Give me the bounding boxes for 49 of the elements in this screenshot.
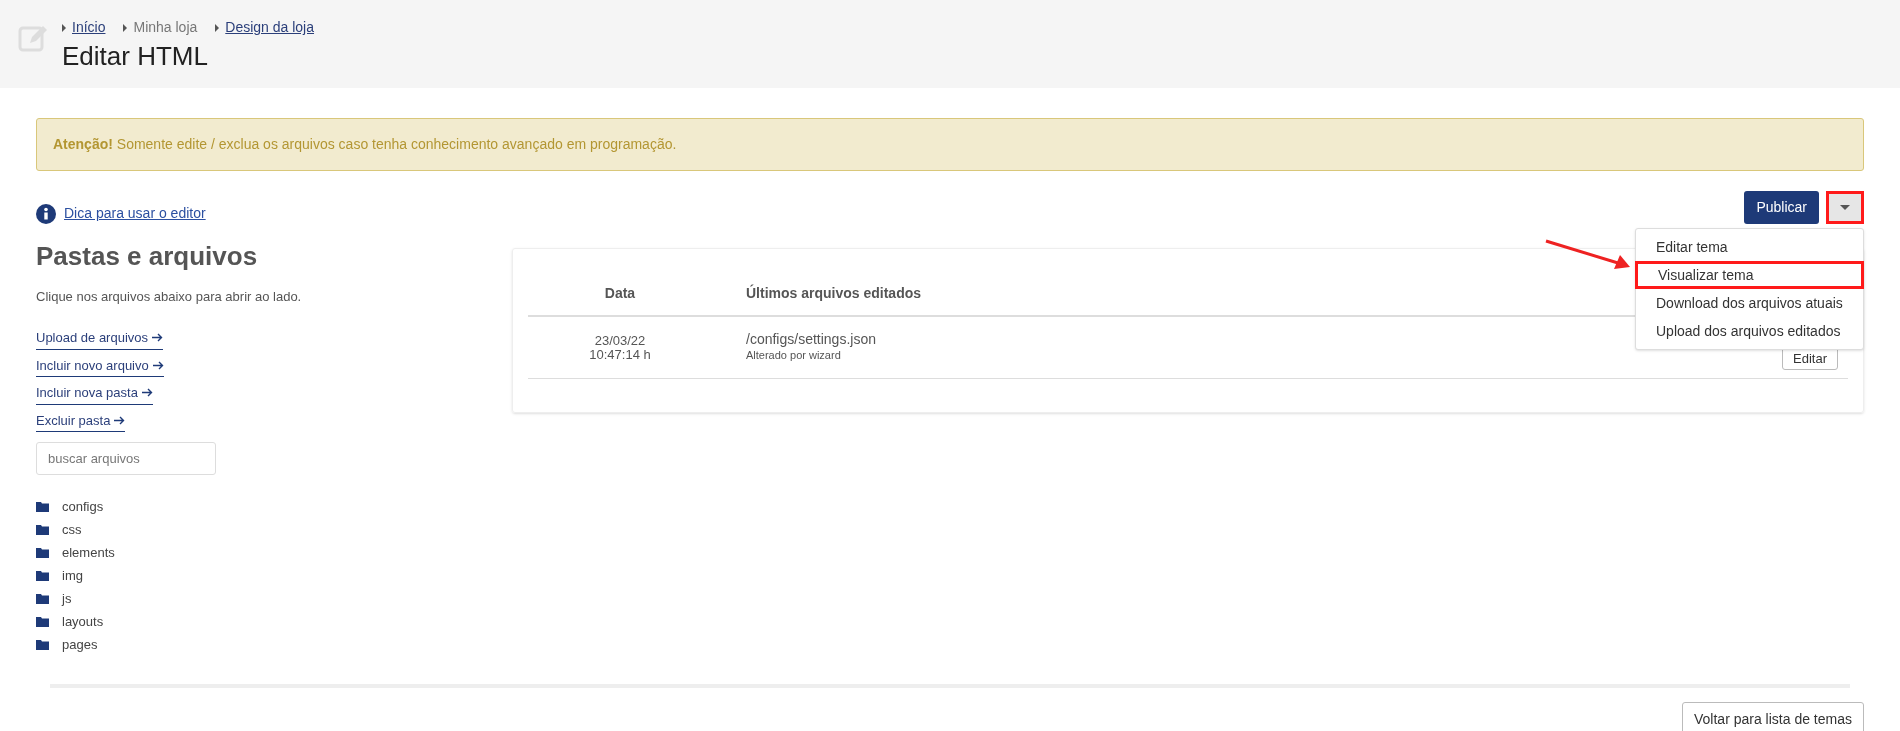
- section-heading: Pastas e arquivos: [36, 240, 259, 273]
- column-header: Data: [603, 283, 637, 303]
- folder-item[interactable]: js: [62, 588, 72, 609]
- folder-item[interactable]: pages: [62, 634, 98, 655]
- folder-icon: [36, 547, 49, 558]
- arrow-right-icon: [152, 333, 164, 343]
- column-header: Últimos arquivos editados: [745, 283, 922, 303]
- folder-item[interactable]: img: [62, 565, 83, 586]
- dropdown-toggle[interactable]: [1826, 191, 1864, 224]
- arrow-right-icon: [152, 360, 164, 370]
- action-link[interactable]: Incluir novo arquivo: [36, 355, 164, 377]
- alert-text: Atenção! Somente edite / exclua os arquivos caso tenha conhecimento avançado em programação.: [53, 135, 677, 154]
- info-icon: [36, 203, 56, 224]
- date-text: 23/03/22: [594, 333, 646, 348]
- breadcrumb-link[interactable]: Início: [72, 17, 106, 38]
- action-link[interactable]: Excluir pasta: [36, 410, 126, 432]
- back-button[interactable]: Voltar para lista de temas: [1682, 702, 1864, 731]
- breadcrumb-text: Minha loja: [133, 18, 198, 37]
- breadcrumb-link[interactable]: Design da loja: [225, 17, 315, 38]
- folder-item[interactable]: configs: [62, 496, 104, 517]
- folder-icon: [36, 616, 49, 627]
- folder-item[interactable]: layouts: [62, 611, 104, 632]
- arrow-right-icon: [141, 388, 153, 398]
- time-text: 10:47:14 h: [589, 347, 651, 362]
- file-path[interactable]: /configs/settings.json: [746, 331, 876, 347]
- caret-down-icon: [1840, 205, 1850, 210]
- section-hint: Clique nos arquivos abaixo para abrir ao lado.: [36, 287, 303, 306]
- menu-item[interactable]: Visualizar tema: [1635, 261, 1864, 289]
- page-title: Editar HTML: [62, 40, 209, 73]
- folder-icon: [36, 593, 49, 604]
- caret-icon: [62, 23, 66, 32]
- action-link[interactable]: Incluir nova pasta: [36, 383, 153, 405]
- folder-item[interactable]: css: [62, 519, 82, 540]
- folder-icon: [36, 524, 49, 535]
- edit-icon: [18, 23, 48, 53]
- file-note: Alterado por wizard: [746, 347, 841, 363]
- caret-icon: [215, 23, 220, 32]
- caret-icon: [123, 23, 128, 32]
- arrow-right-icon: [114, 415, 126, 425]
- search-field[interactable]: buscar arquivos: [36, 442, 216, 475]
- folder-icon: [36, 570, 49, 581]
- publish-button[interactable]: Publicar: [1744, 191, 1819, 224]
- action-link[interactable]: Upload de arquivos: [36, 328, 164, 350]
- tip-link[interactable]: Dica para usar o editor: [64, 203, 206, 224]
- folder-item[interactable]: elements: [62, 542, 115, 563]
- menu-item[interactable]: Editar tema: [1636, 233, 1863, 261]
- menu-item[interactable]: Download dos arquivos atuais: [1636, 289, 1863, 317]
- folder-icon: [36, 639, 49, 650]
- folder-icon: [36, 501, 49, 512]
